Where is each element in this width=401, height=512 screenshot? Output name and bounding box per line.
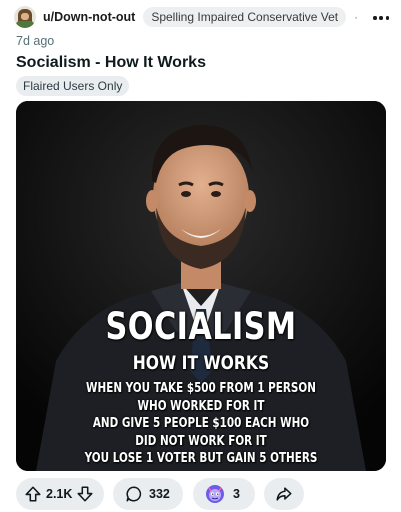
username-link[interactable]: u/Down-not-out bbox=[43, 10, 135, 24]
post-timestamp: 7d ago bbox=[16, 34, 55, 48]
share-button[interactable] bbox=[264, 478, 304, 510]
comment-count: 332 bbox=[149, 487, 170, 501]
meme-body-line: WHEN YOU TAKE $500 FROM 1 PERSON bbox=[86, 381, 316, 396]
arrow-down-icon[interactable] bbox=[76, 485, 94, 503]
vote-control: 2.1K bbox=[16, 478, 104, 510]
awards-button[interactable]: 3 bbox=[193, 478, 255, 510]
arrow-up-icon[interactable] bbox=[24, 485, 42, 503]
avatar[interactable] bbox=[14, 6, 36, 28]
post-header: u/Down-not-out Spelling Impaired Conserv… bbox=[14, 6, 389, 28]
meme-subheadline: HOW IT WORKS bbox=[132, 352, 270, 374]
award-icon bbox=[206, 485, 224, 503]
meme-body: WHEN YOU TAKE $500 FROM 1 PERSON WHO WOR… bbox=[53, 380, 349, 468]
vote-count: 2.1K bbox=[46, 487, 73, 501]
post-flair[interactable]: Flaired Users Only bbox=[16, 76, 130, 96]
separator-dot: · bbox=[354, 10, 359, 24]
post-title[interactable]: Socialism - How It Works bbox=[16, 54, 206, 72]
user-flair: Spelling Impaired Conservative Vet bbox=[143, 7, 347, 27]
award-count: 3 bbox=[233, 487, 240, 501]
share-icon bbox=[276, 487, 292, 501]
more-dots-icon[interactable] bbox=[373, 12, 389, 24]
meme-body-line: AND GIVE 5 PEOPLE $100 EACH WHO bbox=[92, 416, 310, 431]
action-bar: 2.1K 332 3 bbox=[16, 478, 386, 510]
meme-body-line: YOU LOSE 1 VOTER BUT GAIN 5 OTHERS bbox=[84, 451, 318, 466]
meme-body-line: DID NOT WORK FOR IT bbox=[135, 433, 267, 449]
post-image[interactable]: SOCIALISM HOW IT WORKS WHEN YOU TAKE $50… bbox=[16, 101, 386, 471]
comments-button[interactable]: 332 bbox=[113, 478, 183, 510]
meme-body-line: WHO WORKED FOR IT bbox=[137, 398, 265, 414]
meme-headline: SOCIALISM bbox=[105, 305, 297, 348]
comment-bubble-icon bbox=[126, 486, 142, 502]
